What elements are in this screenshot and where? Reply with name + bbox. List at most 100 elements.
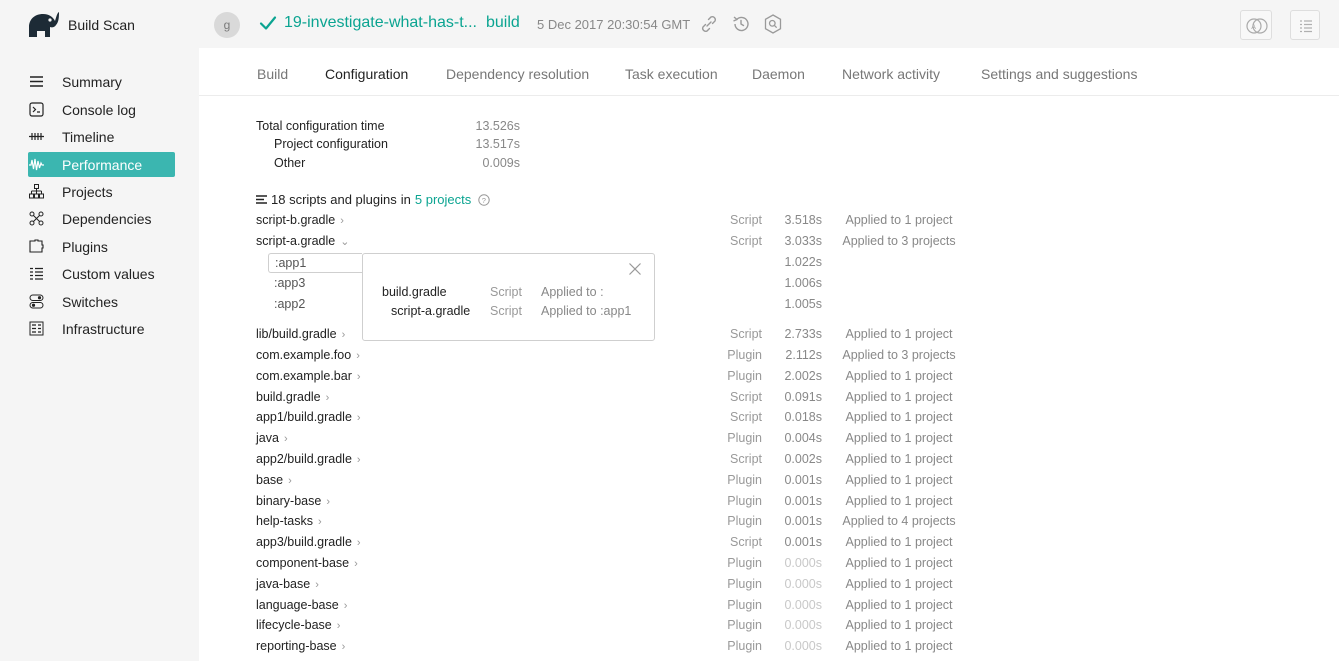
row-name-text: java-base xyxy=(256,577,311,591)
chevron-right-icon[interactable]: › xyxy=(344,600,348,612)
total-configuration-value: 13.526s xyxy=(475,119,520,133)
row-name[interactable]: java-base › xyxy=(256,577,319,591)
row-name[interactable]: com.example.bar › xyxy=(256,369,361,383)
sidebar-item-label: Projects xyxy=(62,183,113,200)
tab-network-activity[interactable]: Network activity xyxy=(842,66,940,82)
tab-dependency-resolution[interactable]: Dependency resolution xyxy=(446,66,589,82)
row-time: 2.733s xyxy=(784,327,822,341)
row-name[interactable]: reporting-base › xyxy=(256,639,345,653)
sidebar-item-plugins[interactable]: Plugins xyxy=(28,234,175,259)
popup-file-name[interactable]: script-a.gradle xyxy=(391,304,470,318)
row-name-text: script-b.gradle xyxy=(256,213,336,227)
chevron-right-icon[interactable]: › xyxy=(354,558,358,570)
tab-daemon[interactable]: Daemon xyxy=(752,66,805,82)
chevron-right-icon[interactable]: › xyxy=(284,433,288,445)
chevron-right-icon[interactable]: › xyxy=(288,475,292,487)
list-view-button[interactable] xyxy=(1290,10,1320,40)
sort-lines-icon[interactable] xyxy=(256,194,267,205)
chevron-right-icon[interactable]: › xyxy=(357,537,361,549)
chevron-right-icon[interactable]: › xyxy=(356,350,360,362)
sidebar-item-timeline[interactable]: Timeline xyxy=(28,124,175,149)
chevron-right-icon[interactable]: › xyxy=(326,392,330,404)
sidebar-item-custom-values[interactable]: Custom values xyxy=(28,261,175,286)
row-name[interactable]: lib/build.gradle › xyxy=(256,327,345,341)
row-name-text: binary-base xyxy=(256,494,322,508)
build-scan-name[interactable]: 19-investigate-what-has-t... xyxy=(284,14,477,32)
row-name[interactable]: app1/build.gradle › xyxy=(256,410,361,424)
row-applied: Applied to 1 project xyxy=(845,598,953,612)
chevron-right-icon[interactable]: › xyxy=(326,496,330,508)
chevron-right-icon[interactable]: › xyxy=(357,454,361,466)
row-type: Script xyxy=(730,452,762,466)
tab-task-execution[interactable]: Task execution xyxy=(625,66,718,82)
scripts-count: 18 scripts and plugins xyxy=(271,192,397,207)
row-name[interactable]: component-base › xyxy=(256,556,358,570)
row-name[interactable]: com.example.foo › xyxy=(256,348,360,362)
sidebar-item-performance[interactable]: Performance xyxy=(28,152,175,177)
project-configuration-label: Project configuration xyxy=(274,137,388,151)
row-time: 0.000s xyxy=(784,577,822,591)
row-name[interactable]: language-base › xyxy=(256,598,347,612)
row-time: 0.001s xyxy=(784,473,822,487)
scripts-plugins-heading: 18 scripts and plugins in 5 projects ? xyxy=(256,192,490,207)
project-name-app3[interactable]: :app3 xyxy=(274,276,305,290)
elephant-logo-icon[interactable] xyxy=(26,10,60,38)
chevron-right-icon[interactable]: › xyxy=(337,620,341,632)
sidebar-item-dependencies[interactable]: Dependencies xyxy=(28,206,175,231)
plugins-icon xyxy=(29,239,44,253)
project-name: :app1 xyxy=(275,256,307,270)
row-type: Plugin xyxy=(727,369,762,383)
row-type: Script xyxy=(730,535,762,549)
build-task-name[interactable]: build xyxy=(486,14,520,32)
chevron-right-icon[interactable]: › xyxy=(315,579,319,591)
row-name[interactable]: lifecycle-base › xyxy=(256,618,340,632)
compare-button[interactable]: A xyxy=(1240,10,1272,40)
app-title[interactable]: Build Scan xyxy=(68,17,135,33)
row-name[interactable]: base › xyxy=(256,473,292,487)
chevron-right-icon[interactable]: › xyxy=(342,329,346,341)
row-name[interactable]: help-tasks › xyxy=(256,514,322,528)
help-icon[interactable]: ? xyxy=(478,193,490,206)
tab-configuration[interactable]: Configuration xyxy=(325,66,408,82)
tab-settings-and-suggestions[interactable]: Settings and suggestions xyxy=(981,66,1137,82)
row-name[interactable]: binary-base › xyxy=(256,494,330,508)
project-tag-app1[interactable]: :app1 xyxy=(268,253,362,273)
avatar[interactable]: g xyxy=(214,12,240,38)
row-time: 3.033s xyxy=(784,234,822,248)
chevron-right-icon[interactable]: › xyxy=(357,412,361,424)
link-icon[interactable] xyxy=(698,13,720,35)
sidebar-item-infrastructure[interactable]: Infrastructure xyxy=(28,316,175,341)
search-icon[interactable] xyxy=(762,13,784,35)
top-bar: Build Scan g 19-investigate-what-has-t..… xyxy=(0,0,1339,48)
popup-file-name[interactable]: build.gradle xyxy=(382,285,447,299)
row-name[interactable]: app2/build.gradle › xyxy=(256,452,361,466)
sidebar-item-projects[interactable]: Projects xyxy=(28,179,175,204)
history-icon[interactable] xyxy=(730,13,752,35)
chevron-down-icon[interactable]: ⌄ xyxy=(340,236,349,248)
row-applied: Applied to 1 project xyxy=(845,452,953,466)
row-type: Script xyxy=(730,234,762,248)
chevron-right-icon[interactable]: › xyxy=(357,371,361,383)
row-time: 2.002s xyxy=(784,369,822,383)
chevron-right-icon[interactable]: › xyxy=(342,641,346,653)
row-name[interactable]: build.gradle › xyxy=(256,390,329,404)
tab-build[interactable]: Build xyxy=(257,66,288,82)
project-name-app2[interactable]: :app2 xyxy=(274,297,305,311)
project-time-app1: 1.022s xyxy=(784,255,822,269)
sidebar-item-console-log[interactable]: Console log xyxy=(28,97,175,122)
row-name[interactable]: app3/build.gradle › xyxy=(256,535,361,549)
sidebar-item-switches[interactable]: Switches xyxy=(28,289,175,314)
close-icon[interactable] xyxy=(628,262,642,276)
row-applied: Applied to 1 project xyxy=(845,556,953,570)
row-name[interactable]: script-a.gradle ⌄ xyxy=(256,234,349,248)
chevron-right-icon[interactable]: › xyxy=(318,516,322,528)
row-name[interactable]: java › xyxy=(256,431,288,445)
sidebar-item-label: Console log xyxy=(62,101,136,118)
chevron-right-icon[interactable]: › xyxy=(340,215,344,227)
projects-link[interactable]: 5 projects xyxy=(415,192,471,207)
row-name[interactable]: script-b.gradle › xyxy=(256,213,344,227)
total-configuration-label: Total configuration time xyxy=(256,119,385,133)
row-type: Script xyxy=(730,410,762,424)
row-applied: Applied to 1 project xyxy=(845,431,953,445)
sidebar-item-summary[interactable]: Summary xyxy=(28,69,175,94)
